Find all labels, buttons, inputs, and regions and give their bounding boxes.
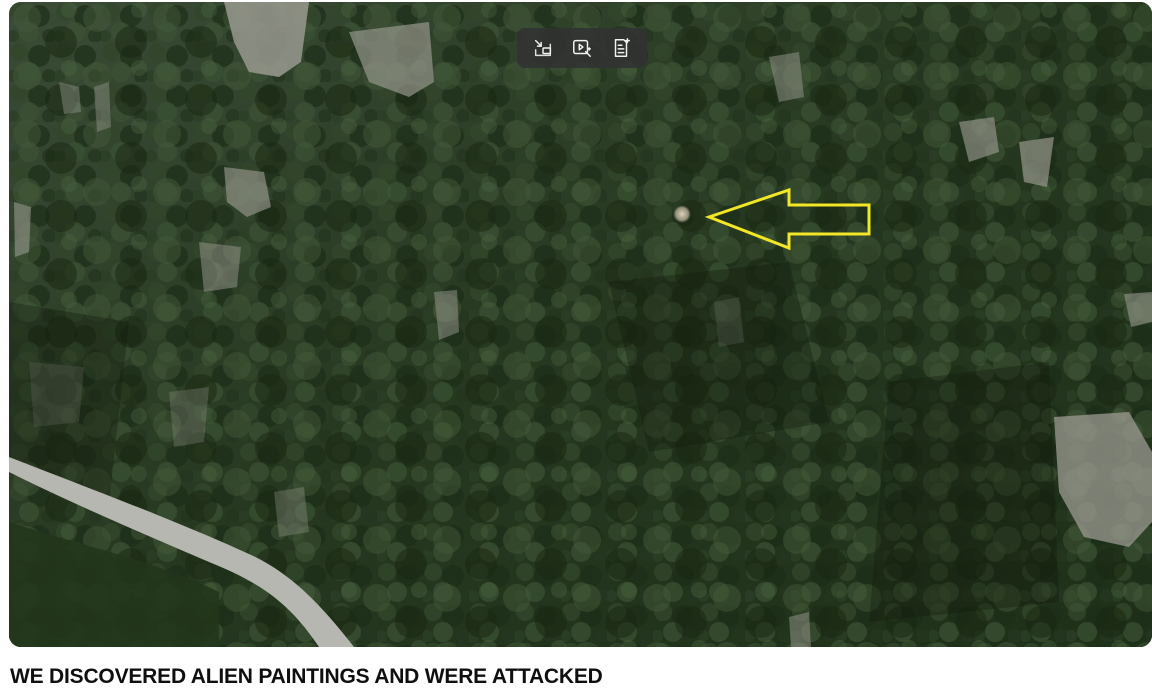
document-sparkle-icon	[615, 38, 631, 57]
video-magic-icon	[573, 39, 591, 57]
picture-in-picture-icon	[534, 39, 551, 57]
video-frame	[9, 2, 1152, 647]
document-sparkle-button[interactable]	[604, 32, 638, 64]
glowing-orb	[673, 205, 691, 223]
video-title: WE DISCOVERED ALIEN PAINTINGS AND WERE A…	[10, 665, 603, 688]
picture-in-picture-button[interactable]	[526, 32, 560, 64]
video-overlay-toolbar	[517, 28, 647, 68]
video-magic-button[interactable]	[565, 32, 599, 64]
video-player[interactable]	[9, 2, 1152, 647]
